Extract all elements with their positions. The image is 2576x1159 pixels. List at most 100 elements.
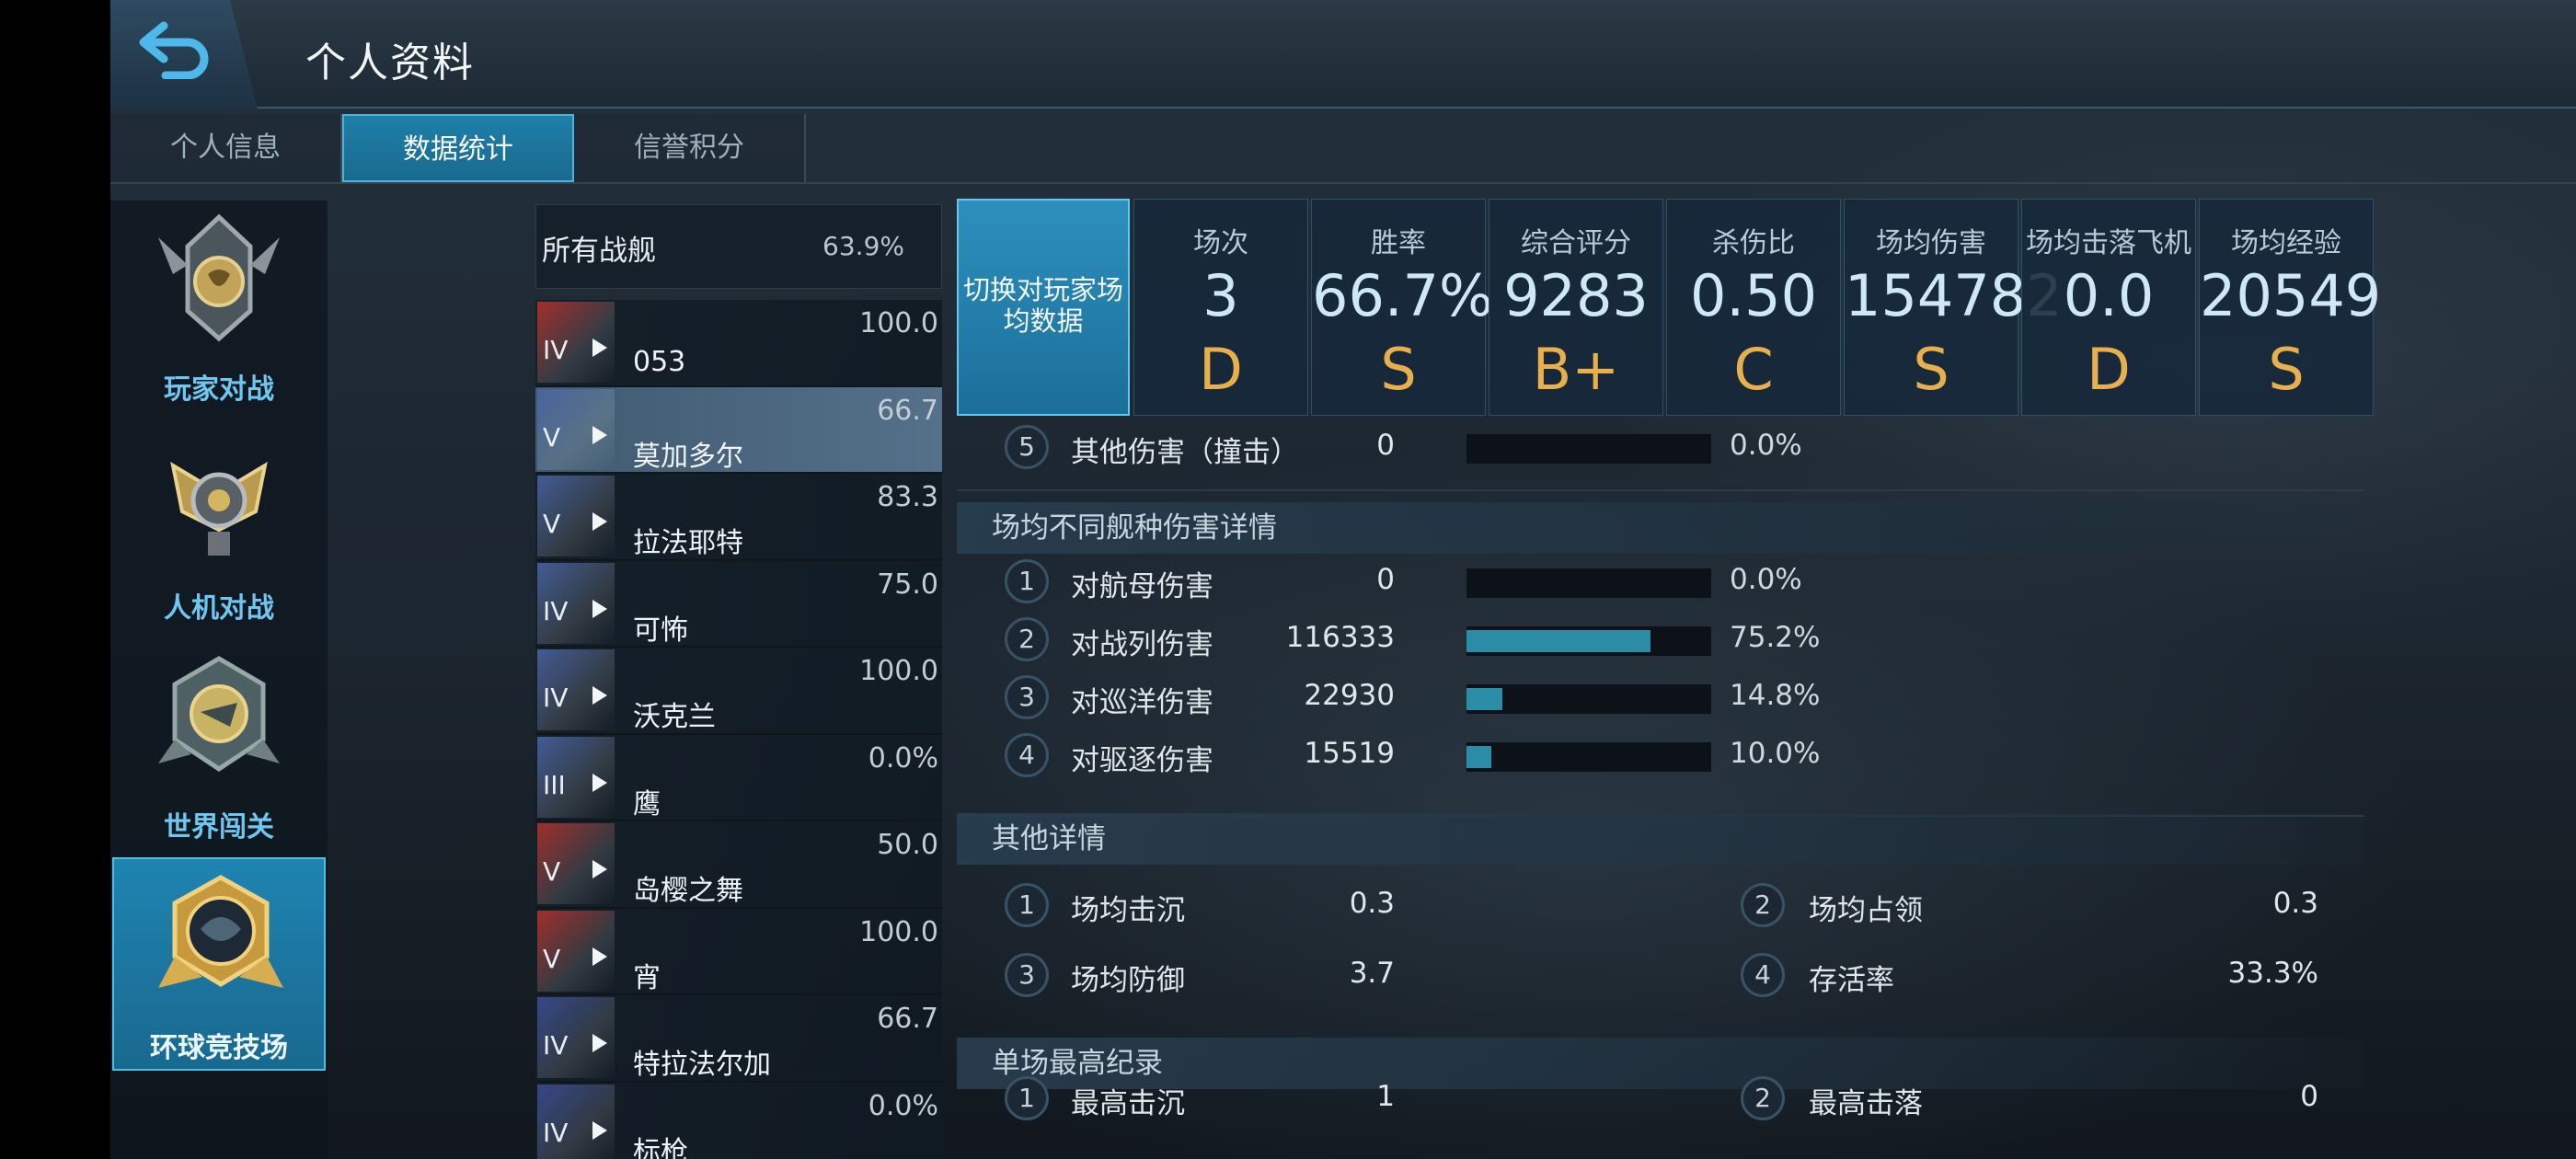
stat-box: 场均击落飞机 0.0 D xyxy=(2021,199,2196,416)
row-value: 0.3 xyxy=(2272,887,2318,920)
row-value: 15519 xyxy=(1304,737,1395,770)
stat-box: 场均经验 20549 S xyxy=(2199,199,2382,416)
stat-grade: S xyxy=(1380,336,1417,403)
row-number: 3 xyxy=(1005,953,1049,997)
ship-type-damage-row: 3 对巡洋伤害 22930 14.8% xyxy=(957,668,2466,723)
ship-name: 鹰 xyxy=(633,787,661,820)
ship-tier: V xyxy=(543,943,561,974)
ship-list-item[interactable]: III 鹰 0.0% xyxy=(535,734,942,821)
ship-list-item[interactable]: IV 可怖 75.0 xyxy=(535,560,942,648)
stat-box: 综合评分 9283 B+ xyxy=(1489,199,1663,416)
row-number: 2 xyxy=(1741,1076,1785,1120)
mode-pve[interactable]: 人机对战 xyxy=(112,419,326,633)
ship-tier: IV xyxy=(543,683,569,713)
app-window: 个人资料 个人信息 数据统计 信誉积分 玩家对战 人机对战 世界闯关 环球竞技场… xyxy=(110,0,2576,1159)
stat-label: 场次 xyxy=(1193,227,1248,259)
row-number: 1 xyxy=(1005,883,1049,927)
ship-tier: V xyxy=(543,421,561,453)
stat-label: 胜率 xyxy=(1371,227,1426,259)
row-value: 0 xyxy=(1376,563,1395,596)
ship-tier: IV xyxy=(543,1030,569,1061)
play-icon xyxy=(592,339,607,357)
ship-name: 拉法耶特 xyxy=(633,527,743,559)
detail-row: 1 场均击沉 0.3 2 场均占领 0.3 xyxy=(957,876,2466,931)
ship-type-damage-row: 1 对航母伤害 0 0.0% xyxy=(957,552,2466,607)
mode-pve-label: 人机对战 xyxy=(164,592,274,625)
divider xyxy=(957,489,2364,491)
ship-name: 岛樱之舞 xyxy=(633,875,743,907)
ship-tier: IV xyxy=(543,1117,569,1148)
ship-win-rate: 66.7 xyxy=(877,1003,938,1035)
ship-win-rate: 100.0 xyxy=(859,655,938,687)
stat-label: 综合评分 xyxy=(1521,227,1631,259)
back-button[interactable] xyxy=(110,0,258,109)
ship-list-item[interactable]: IV 沃克兰 100.0 xyxy=(535,648,942,735)
mode-world-label: 世界闯关 xyxy=(164,811,274,843)
ship-list-item[interactable]: IV 053 100.0 xyxy=(535,300,942,387)
page-title: 个人资料 xyxy=(305,40,475,86)
stat-value: 66.7% xyxy=(1312,262,1493,329)
row-number: 5 xyxy=(1005,425,1049,469)
ship-type-damage-row: 4 对驱逐伤害 15519 10.0% xyxy=(957,726,2466,781)
stat-grade: B+ xyxy=(1532,336,1620,403)
row-number: 4 xyxy=(1741,953,1785,997)
tab-personal-info[interactable]: 个人信息 xyxy=(110,114,342,182)
row-percent: 0.0% xyxy=(1730,429,1802,462)
stat-label: 杀伤比 xyxy=(1712,227,1795,259)
ship-tier: V xyxy=(543,509,561,539)
row-label: 场均防御 xyxy=(1071,964,1185,997)
ship-list-item[interactable]: V 拉法耶特 83.3 xyxy=(535,474,942,561)
play-icon xyxy=(592,599,607,618)
row-percent: 10.0% xyxy=(1730,737,1821,770)
stat-value: 0.50 xyxy=(1689,262,1818,329)
mode-arena-label: 环球竞技场 xyxy=(150,1032,288,1064)
ship-list-item[interactable]: V 岛樱之舞 50.0 xyxy=(535,821,942,909)
row-label: 其他伤害（撞击） xyxy=(1071,436,1299,469)
row-number: 4 xyxy=(1005,733,1049,777)
header-bar: 个人资料 xyxy=(110,0,2576,109)
mode-pvp[interactable]: 玩家对战 xyxy=(112,201,326,414)
ship-win-rate: 66.7 xyxy=(877,394,938,427)
damage-bar xyxy=(1466,684,1711,714)
ship-list-item[interactable]: IV 特拉法尔加 66.7 xyxy=(535,995,942,1083)
damage-bar xyxy=(1466,434,1711,464)
mode-arena[interactable]: 环球竞技场 xyxy=(112,857,326,1071)
tab-credit-score[interactable]: 信誉积分 xyxy=(574,114,806,182)
ship-win-rate: 83.3 xyxy=(877,481,938,513)
back-arrow-icon xyxy=(139,21,209,79)
ship-list-item[interactable]: V 莫加多尔 66.7 xyxy=(535,386,942,474)
ship-win-rate: 100.0 xyxy=(859,307,938,339)
row-label: 存活率 xyxy=(1809,964,1894,997)
damage-bar-fill xyxy=(1466,688,1503,710)
damage-bar xyxy=(1466,626,1711,656)
stat-value: 20549 xyxy=(2200,262,2382,329)
row-label: 场均击沉 xyxy=(1071,894,1185,927)
mode-world[interactable]: 世界闯关 xyxy=(112,638,326,852)
row-number: 1 xyxy=(1005,1076,1049,1120)
all-ships-item[interactable]: 所有战舰 63.9% xyxy=(535,204,942,289)
ship-tier: III xyxy=(543,769,566,800)
ship-name: 宵 xyxy=(633,961,661,994)
ship-win-rate: 0.0% xyxy=(868,1089,938,1122)
mode-pvp-label: 玩家对战 xyxy=(164,373,274,406)
toggle-label-line1: 切换对玩家场 xyxy=(962,274,1123,305)
play-icon xyxy=(592,1120,607,1140)
stat-box: 场均伤害 154782 S xyxy=(1844,199,2063,416)
stat-value: 9283 xyxy=(1503,262,1649,329)
mode-sidebar: 玩家对战 人机对战 世界闯关 环球竞技场 xyxy=(110,201,328,1159)
damage-bar xyxy=(1466,568,1711,598)
tab-statistics[interactable]: 数据统计 xyxy=(342,114,574,182)
ship-list-item[interactable]: V 宵 100.0 xyxy=(535,908,942,995)
row-number: 2 xyxy=(1005,617,1049,661)
row-percent: 14.8% xyxy=(1730,679,1821,712)
damage-bar-fill xyxy=(1466,746,1491,768)
stat-grade: S xyxy=(1913,336,1949,403)
toggle-player-average-button[interactable]: 切换对玩家场 均数据 xyxy=(957,199,1130,416)
other-details-title: 其他详情 xyxy=(957,813,2364,865)
world-emblem-icon xyxy=(158,656,280,773)
ship-list-item[interactable]: IV 标枪 0.0% xyxy=(535,1082,942,1159)
ship-name: 特拉法尔加 xyxy=(633,1049,771,1081)
row-value: 116333 xyxy=(1285,621,1395,654)
row-number: 2 xyxy=(1741,883,1785,927)
row-value: 0 xyxy=(2300,1080,2318,1113)
